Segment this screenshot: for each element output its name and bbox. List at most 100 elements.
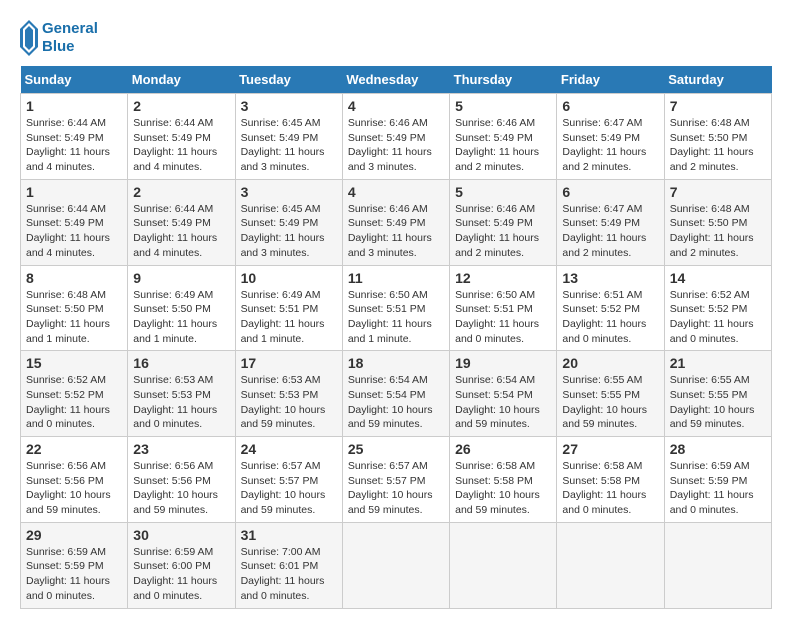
day-number: 25 <box>348 441 444 457</box>
col-monday: Monday <box>128 66 235 94</box>
calendar-day-cell: 30 Sunrise: 6:59 AM Sunset: 6:00 PM Dayl… <box>128 522 235 608</box>
calendar-day-cell <box>664 522 771 608</box>
calendar-day-cell: 6 Sunrise: 6:47 AM Sunset: 5:49 PM Dayli… <box>557 94 664 180</box>
calendar-day-cell: 15 Sunrise: 6:52 AM Sunset: 5:52 PM Dayl… <box>21 351 128 437</box>
day-number: 21 <box>670 355 766 371</box>
day-number: 5 <box>455 98 551 114</box>
calendar-day-cell: 6 Sunrise: 6:47 AM Sunset: 5:49 PM Dayli… <box>557 179 664 265</box>
day-info: Sunrise: 6:55 AM Sunset: 5:55 PM Dayligh… <box>562 373 658 432</box>
day-number: 29 <box>26 527 122 543</box>
day-info: Sunrise: 6:45 AM Sunset: 5:49 PM Dayligh… <box>241 202 337 261</box>
calendar-day-cell: 23 Sunrise: 6:56 AM Sunset: 5:56 PM Dayl… <box>128 437 235 523</box>
day-info: Sunrise: 6:45 AM Sunset: 5:49 PM Dayligh… <box>241 116 337 175</box>
day-number: 31 <box>241 527 337 543</box>
day-number: 3 <box>241 184 337 200</box>
calendar-day-cell: 31 Sunrise: 7:00 AM Sunset: 6:01 PM Dayl… <box>235 522 342 608</box>
calendar-week-row: 8 Sunrise: 6:48 AM Sunset: 5:50 PM Dayli… <box>21 265 772 351</box>
calendar-day-cell: 4 Sunrise: 6:46 AM Sunset: 5:49 PM Dayli… <box>342 179 449 265</box>
calendar-day-cell: 2 Sunrise: 6:44 AM Sunset: 5:49 PM Dayli… <box>128 179 235 265</box>
calendar-week-row: 29 Sunrise: 6:59 AM Sunset: 5:59 PM Dayl… <box>21 522 772 608</box>
day-info: Sunrise: 6:49 AM Sunset: 5:50 PM Dayligh… <box>133 288 229 347</box>
day-number: 2 <box>133 98 229 114</box>
calendar-day-cell: 25 Sunrise: 6:57 AM Sunset: 5:57 PM Dayl… <box>342 437 449 523</box>
day-info: Sunrise: 6:58 AM Sunset: 5:58 PM Dayligh… <box>562 459 658 518</box>
day-info: Sunrise: 6:53 AM Sunset: 5:53 PM Dayligh… <box>241 373 337 432</box>
day-info: Sunrise: 6:54 AM Sunset: 5:54 PM Dayligh… <box>348 373 444 432</box>
calendar-day-cell: 29 Sunrise: 6:59 AM Sunset: 5:59 PM Dayl… <box>21 522 128 608</box>
calendar-week-row: 1 Sunrise: 6:44 AM Sunset: 5:49 PM Dayli… <box>21 94 772 180</box>
day-number: 1 <box>26 98 122 114</box>
calendar-day-cell: 13 Sunrise: 6:51 AM Sunset: 5:52 PM Dayl… <box>557 265 664 351</box>
calendar-table: Sunday Monday Tuesday Wednesday Thursday… <box>20 66 772 609</box>
logo-general: General <box>42 20 98 38</box>
calendar-day-cell: 11 Sunrise: 6:50 AM Sunset: 5:51 PM Dayl… <box>342 265 449 351</box>
calendar-day-cell: 4 Sunrise: 6:46 AM Sunset: 5:49 PM Dayli… <box>342 94 449 180</box>
day-number: 11 <box>348 270 444 286</box>
calendar-day-cell: 18 Sunrise: 6:54 AM Sunset: 5:54 PM Dayl… <box>342 351 449 437</box>
day-number: 13 <box>562 270 658 286</box>
day-info: Sunrise: 6:48 AM Sunset: 5:50 PM Dayligh… <box>670 202 766 261</box>
calendar-day-cell: 19 Sunrise: 6:54 AM Sunset: 5:54 PM Dayl… <box>450 351 557 437</box>
calendar-day-cell: 1 Sunrise: 6:44 AM Sunset: 5:49 PM Dayli… <box>21 94 128 180</box>
day-info: Sunrise: 6:51 AM Sunset: 5:52 PM Dayligh… <box>562 288 658 347</box>
day-info: Sunrise: 6:46 AM Sunset: 5:49 PM Dayligh… <box>348 116 444 175</box>
calendar-day-cell: 7 Sunrise: 6:48 AM Sunset: 5:50 PM Dayli… <box>664 94 771 180</box>
day-info: Sunrise: 6:56 AM Sunset: 5:56 PM Dayligh… <box>26 459 122 518</box>
col-sunday: Sunday <box>21 66 128 94</box>
day-info: Sunrise: 6:44 AM Sunset: 5:49 PM Dayligh… <box>133 116 229 175</box>
day-number: 24 <box>241 441 337 457</box>
day-info: Sunrise: 6:52 AM Sunset: 5:52 PM Dayligh… <box>26 373 122 432</box>
day-number: 12 <box>455 270 551 286</box>
calendar-day-cell: 2 Sunrise: 6:44 AM Sunset: 5:49 PM Dayli… <box>128 94 235 180</box>
day-info: Sunrise: 7:00 AM Sunset: 6:01 PM Dayligh… <box>241 545 337 604</box>
calendar-day-cell: 20 Sunrise: 6:55 AM Sunset: 5:55 PM Dayl… <box>557 351 664 437</box>
day-number: 23 <box>133 441 229 457</box>
day-number: 6 <box>562 98 658 114</box>
day-info: Sunrise: 6:47 AM Sunset: 5:49 PM Dayligh… <box>562 116 658 175</box>
day-info: Sunrise: 6:48 AM Sunset: 5:50 PM Dayligh… <box>26 288 122 347</box>
day-info: Sunrise: 6:50 AM Sunset: 5:51 PM Dayligh… <box>455 288 551 347</box>
day-number: 10 <box>241 270 337 286</box>
calendar-day-cell: 16 Sunrise: 6:53 AM Sunset: 5:53 PM Dayl… <box>128 351 235 437</box>
logo-icon <box>20 20 38 56</box>
day-number: 3 <box>241 98 337 114</box>
calendar-day-cell: 3 Sunrise: 6:45 AM Sunset: 5:49 PM Dayli… <box>235 179 342 265</box>
calendar-day-cell <box>557 522 664 608</box>
calendar-day-cell: 12 Sunrise: 6:50 AM Sunset: 5:51 PM Dayl… <box>450 265 557 351</box>
calendar-day-cell: 5 Sunrise: 6:46 AM Sunset: 5:49 PM Dayli… <box>450 94 557 180</box>
calendar-day-cell: 7 Sunrise: 6:48 AM Sunset: 5:50 PM Dayli… <box>664 179 771 265</box>
logo-blue: Blue <box>42 38 98 56</box>
day-info: Sunrise: 6:44 AM Sunset: 5:49 PM Dayligh… <box>26 116 122 175</box>
day-info: Sunrise: 6:46 AM Sunset: 5:49 PM Dayligh… <box>455 202 551 261</box>
day-number: 26 <box>455 441 551 457</box>
day-info: Sunrise: 6:57 AM Sunset: 5:57 PM Dayligh… <box>348 459 444 518</box>
day-info: Sunrise: 6:46 AM Sunset: 5:49 PM Dayligh… <box>348 202 444 261</box>
day-info: Sunrise: 6:47 AM Sunset: 5:49 PM Dayligh… <box>562 202 658 261</box>
calendar-day-cell: 3 Sunrise: 6:45 AM Sunset: 5:49 PM Dayli… <box>235 94 342 180</box>
day-number: 7 <box>670 184 766 200</box>
day-info: Sunrise: 6:46 AM Sunset: 5:49 PM Dayligh… <box>455 116 551 175</box>
day-info: Sunrise: 6:48 AM Sunset: 5:50 PM Dayligh… <box>670 116 766 175</box>
day-number: 1 <box>26 184 122 200</box>
page-header: General Blue <box>20 20 772 56</box>
day-info: Sunrise: 6:59 AM Sunset: 6:00 PM Dayligh… <box>133 545 229 604</box>
col-wednesday: Wednesday <box>342 66 449 94</box>
header-row: Sunday Monday Tuesday Wednesday Thursday… <box>21 66 772 94</box>
day-number: 19 <box>455 355 551 371</box>
calendar-day-cell: 9 Sunrise: 6:49 AM Sunset: 5:50 PM Dayli… <box>128 265 235 351</box>
day-info: Sunrise: 6:44 AM Sunset: 5:49 PM Dayligh… <box>26 202 122 261</box>
calendar-week-row: 1 Sunrise: 6:44 AM Sunset: 5:49 PM Dayli… <box>21 179 772 265</box>
day-info: Sunrise: 6:58 AM Sunset: 5:58 PM Dayligh… <box>455 459 551 518</box>
day-number: 14 <box>670 270 766 286</box>
day-number: 15 <box>26 355 122 371</box>
calendar-day-cell: 22 Sunrise: 6:56 AM Sunset: 5:56 PM Dayl… <box>21 437 128 523</box>
calendar-week-row: 22 Sunrise: 6:56 AM Sunset: 5:56 PM Dayl… <box>21 437 772 523</box>
day-info: Sunrise: 6:56 AM Sunset: 5:56 PM Dayligh… <box>133 459 229 518</box>
day-number: 4 <box>348 98 444 114</box>
day-info: Sunrise: 6:52 AM Sunset: 5:52 PM Dayligh… <box>670 288 766 347</box>
calendar-day-cell: 17 Sunrise: 6:53 AM Sunset: 5:53 PM Dayl… <box>235 351 342 437</box>
calendar-day-cell: 24 Sunrise: 6:57 AM Sunset: 5:57 PM Dayl… <box>235 437 342 523</box>
calendar-day-cell: 10 Sunrise: 6:49 AM Sunset: 5:51 PM Dayl… <box>235 265 342 351</box>
day-number: 22 <box>26 441 122 457</box>
calendar-day-cell: 1 Sunrise: 6:44 AM Sunset: 5:49 PM Dayli… <box>21 179 128 265</box>
